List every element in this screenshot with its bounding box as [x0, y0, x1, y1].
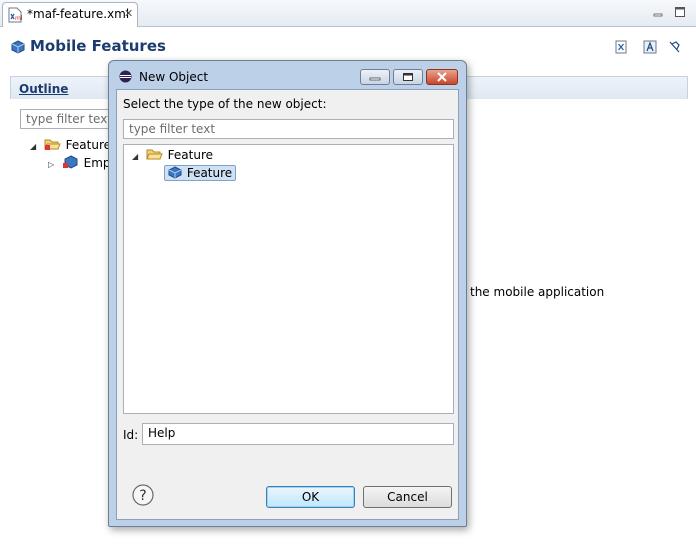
ok-button[interactable]: OK [266, 486, 355, 508]
eclipse-icon [119, 70, 132, 83]
page-title: Mobile Features [30, 37, 166, 55]
design-icon[interactable] [643, 40, 657, 54]
dialog-prompt: Select the type of the new object: [123, 97, 327, 111]
collapsed-arrow-icon[interactable]: ▷ [48, 160, 58, 169]
help-icon[interactable]: ? [132, 484, 154, 506]
cancel-button[interactable]: Cancel [363, 486, 452, 508]
minimize-button[interactable] [360, 69, 390, 85]
minimize-icon [369, 77, 381, 81]
minimize-icon[interactable] [652, 6, 664, 18]
new-object-dialog: New Object Select the type of the new ob… [108, 60, 467, 527]
pin-icon[interactable] [667, 40, 681, 54]
id-label: Id: [123, 428, 139, 442]
maximize-icon [403, 73, 413, 81]
close-icon[interactable]: ✕ [124, 7, 133, 20]
folder-open-icon [44, 139, 61, 150]
outline-title[interactable]: Outline [19, 82, 68, 96]
feature-cube-icon [168, 166, 182, 179]
folder-open-icon [146, 149, 163, 160]
id-input[interactable]: Help [142, 423, 454, 445]
tree-item-features[interactable]: ◢ Features [30, 137, 117, 155]
close-button[interactable] [426, 69, 458, 85]
dialog-titlebar[interactable]: New Object [109, 61, 466, 89]
dialog-title: New Object [139, 70, 209, 84]
tree-item-label: Feature [167, 148, 214, 162]
type-tree[interactable]: ◢ Feature Feature [123, 144, 454, 414]
tree-item-feature[interactable]: Feature [164, 165, 237, 183]
tree-item-label: Feature [186, 166, 233, 180]
cube-icon [11, 40, 25, 54]
dialog-body: Select the type of the new object: type … [116, 89, 459, 520]
selected-tree-item[interactable]: Feature [164, 165, 237, 181]
feature-cube-icon [62, 155, 78, 169]
tree-item-empl[interactable]: ▷ Empl [48, 155, 114, 173]
xml-file-icon: ml [8, 7, 22, 23]
close-icon [437, 72, 447, 82]
editor-tab-bar: ml *maf-feature.xml ✕ [0, 0, 696, 27]
tab-label: *maf-feature.xml [27, 7, 130, 21]
description-text: the mobile application [470, 285, 605, 299]
xml-source-icon[interactable] [614, 40, 628, 54]
tree-item-feature-folder[interactable]: ◢ Feature [132, 147, 213, 165]
maximize-icon[interactable] [674, 6, 686, 18]
maximize-button[interactable] [393, 69, 423, 85]
editor-tab-maf-feature[interactable]: ml *maf-feature.xml ✕ [2, 2, 138, 27]
svg-text:ml: ml [15, 15, 22, 22]
help-glyph: ? [139, 488, 146, 504]
type-filter-input[interactable]: type filter text [123, 119, 454, 139]
expanded-arrow-icon[interactable]: ◢ [132, 152, 142, 161]
expanded-arrow-icon[interactable]: ◢ [30, 142, 40, 151]
